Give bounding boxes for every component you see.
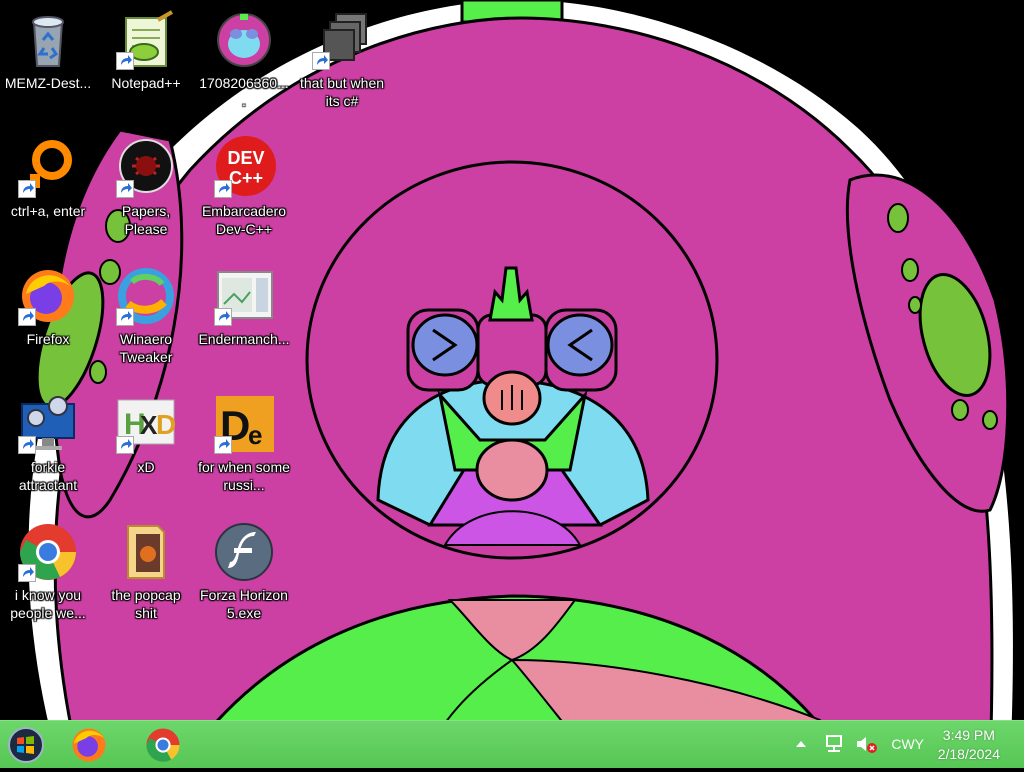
desktop-icon-papers-please[interactable]: Papers, Please (98, 132, 194, 244)
clock-date: 2/18/2024 (937, 746, 1000, 762)
icon-label: Endermanch... (198, 331, 290, 347)
shortcut-arrow-icon (116, 308, 134, 326)
shortcut-arrow-icon (214, 308, 232, 326)
taskbar-chrome[interactable] (134, 723, 192, 767)
network-button[interactable] (824, 733, 846, 760)
taskbar: CWY 3:49 PM 2/18/2024 (0, 720, 1024, 768)
icon-label: forkie attractant (18, 459, 78, 493)
recycle-bin-icon (16, 8, 80, 72)
desktop-icon-for-when-some-russian[interactable]: D e for when some russi... (196, 388, 292, 500)
shortcut-arrow-icon (18, 436, 36, 454)
icon-label: Embarcadero Dev-C++ (201, 203, 287, 237)
volume-muted-icon (857, 737, 877, 753)
shortcut-arrow-icon (18, 308, 36, 326)
firefox-icon (72, 728, 106, 762)
icon-label: the popcap shit (111, 587, 181, 621)
hxd-icon: H X D (114, 392, 178, 456)
shortcut-arrow-icon (116, 436, 134, 454)
svg-text:C++: C++ (229, 168, 263, 188)
start-button[interactable] (4, 725, 48, 765)
icon-label: Papers, Please (121, 203, 171, 237)
icon-label: that but when its c# (299, 75, 385, 109)
desktop-icon-winaero-tweaker[interactable]: Winaero Tweaker (98, 260, 194, 372)
desktop-icon-chrome[interactable]: i know you people we... (0, 516, 96, 628)
desktop-icon-popcap-folder[interactable]: the popcap shit (98, 516, 194, 628)
svg-text:DEV: DEV (227, 148, 264, 168)
icon-label: i know you people we... (10, 587, 86, 621)
svg-text:D: D (156, 409, 176, 440)
papers-please-icon (114, 136, 178, 200)
flash-icon (212, 520, 276, 584)
icon-label: Forza Horizon 5.exe (200, 587, 288, 621)
icon-label: ctrl+a, enter (10, 203, 86, 219)
icon-label: Notepad++ (111, 75, 181, 91)
desktop-icon-endermanch[interactable]: Endermanch... (196, 260, 292, 372)
desktop-icon-xd[interactable]: H X D xD (98, 388, 194, 500)
icon-label: for when some russi... (198, 459, 290, 493)
icon-label: Firefox (26, 331, 70, 347)
image-file-icon (212, 8, 276, 72)
clock[interactable]: 3:49 PM 2/18/2024 (938, 726, 1000, 764)
icon-label: 1708206360.... (199, 75, 289, 109)
chrome-icon (16, 520, 80, 584)
show-hidden-icons-button[interactable] (794, 737, 808, 756)
network-icon (826, 735, 842, 752)
shortcut-arrow-icon (214, 436, 232, 454)
computer-settings-icon (16, 392, 80, 456)
folder-stack-icon (310, 8, 374, 72)
shortcut-arrow-icon (18, 564, 36, 582)
de-icon: D e (212, 392, 276, 456)
notepad-plus-plus-icon (114, 8, 178, 72)
chevron-up-icon (796, 741, 806, 747)
desktop-icon-that-but-when-its-csharp[interactable]: that but when its c# (294, 4, 390, 116)
window-screenshot-icon (212, 264, 276, 328)
desktop-icon-dev-cpp[interactable]: DEV C++ Embarcadero Dev-C++ (196, 132, 292, 244)
taskbar-firefox[interactable] (60, 723, 118, 767)
dev-cpp-icon: DEV C++ (212, 136, 276, 200)
shortcut-arrow-icon (312, 52, 330, 70)
desktop-icon-forkie-attractant[interactable]: forkie attractant (0, 388, 96, 500)
winaero-tweaker-icon (114, 264, 178, 328)
input-language-indicator[interactable]: CWY (891, 736, 924, 752)
desktop-icon-firefox[interactable]: Firefox (0, 260, 96, 372)
icon-label: xD (137, 459, 155, 475)
desktop-icon-ctrl-a-enter[interactable]: ctrl+a, enter (0, 132, 96, 244)
shortcut-arrow-icon (214, 180, 232, 198)
volume-button[interactable] (854, 733, 878, 760)
shortcut-arrow-icon (116, 180, 134, 198)
shortcut-arrow-icon (116, 52, 134, 70)
clock-time: 3:49 PM (942, 727, 995, 743)
start-orb-icon (8, 727, 44, 763)
icon-label: Winaero Tweaker (119, 331, 173, 365)
desktop-icon-recycle-bin[interactable]: MEMZ-Dest... (0, 4, 96, 116)
icon-label: MEMZ-Dest... (4, 75, 92, 91)
desktop-icon-forza-horizon[interactable]: Forza Horizon 5.exe (196, 516, 292, 628)
shortcut-arrow-icon (18, 180, 36, 198)
firefox-icon (16, 264, 80, 328)
svg-text:e: e (248, 420, 262, 450)
desktop-icon-image-file[interactable]: 1708206360.... (196, 4, 292, 116)
orange-ring-icon (16, 136, 80, 200)
desktop-icon-notepadplusplus[interactable]: Notepad++ (98, 4, 194, 116)
chrome-icon (146, 728, 180, 762)
system-tray: CWY 3:49 PM 2/18/2024 (780, 721, 1024, 769)
folder-icon (114, 520, 178, 584)
